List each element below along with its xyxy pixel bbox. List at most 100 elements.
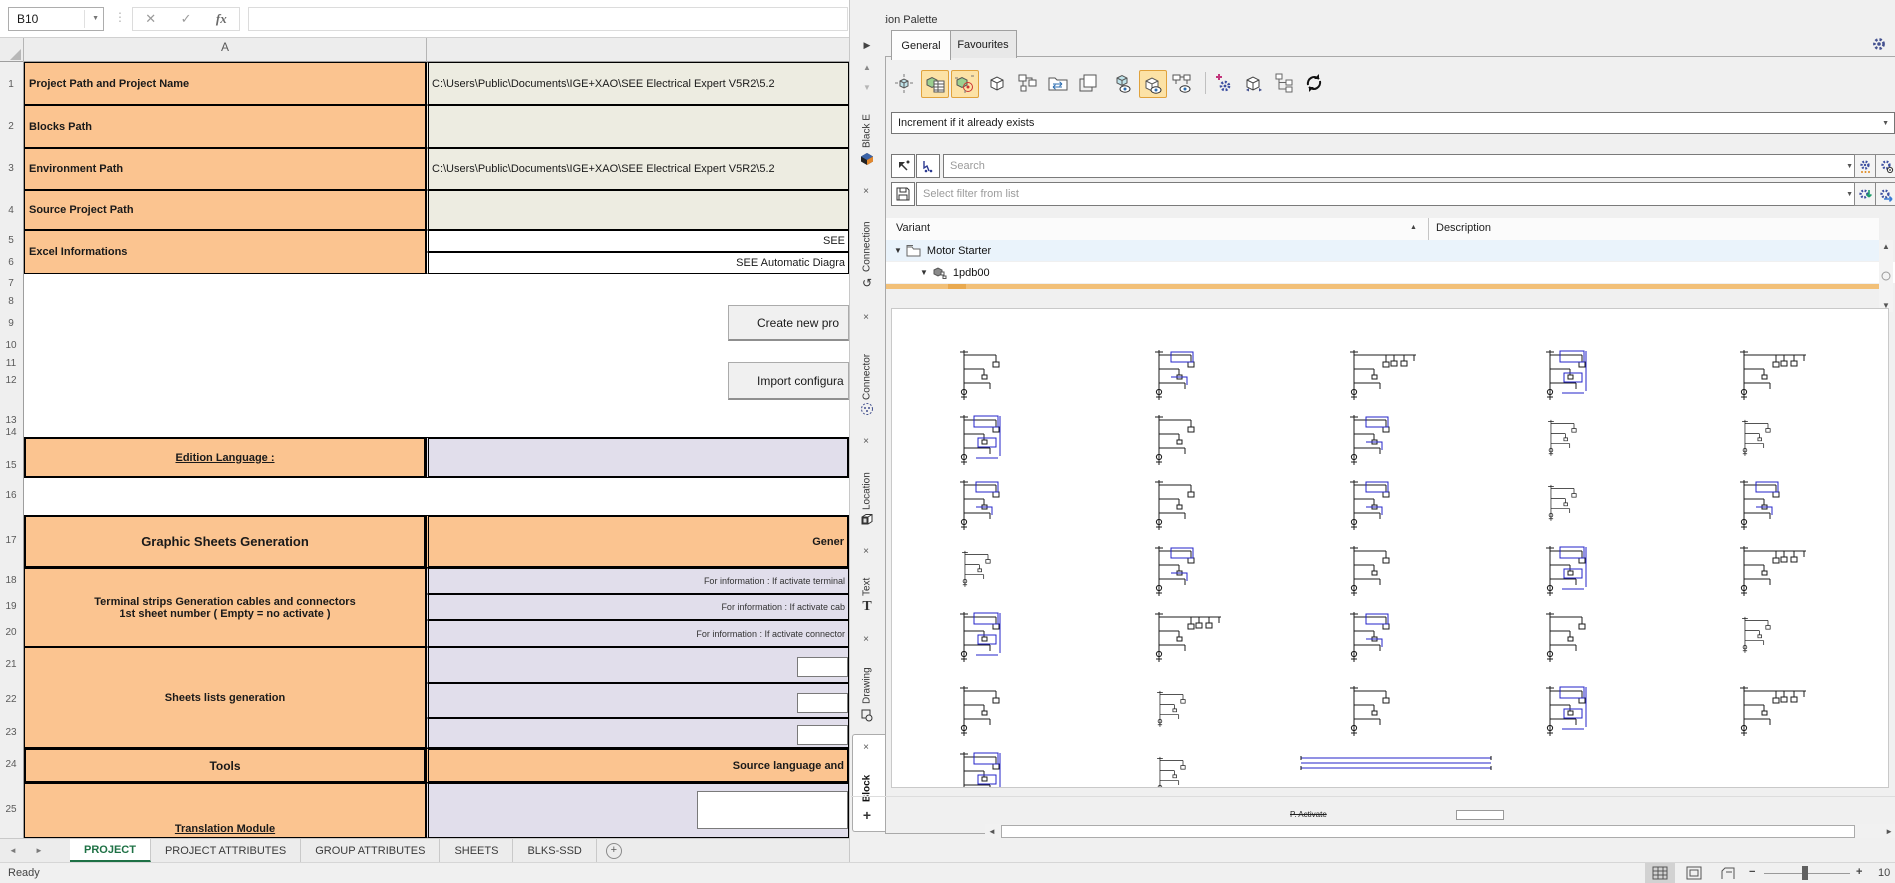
- zoom-in-icon[interactable]: +: [1856, 866, 1862, 878]
- add-settings-icon[interactable]: [1211, 70, 1237, 96]
- schematic-thumbnail[interactable]: [952, 412, 1032, 468]
- sidebar-tab-connection[interactable]: Connection: [856, 202, 878, 272]
- cell-b5-value[interactable]: SEE: [426, 230, 849, 252]
- sheet-tab-sheets[interactable]: SHEETS: [440, 839, 513, 862]
- search-input[interactable]: Search ▼: [943, 154, 1859, 178]
- schematic-thumbnail-lines[interactable]: [1297, 755, 1497, 773]
- copy-cube-icon[interactable]: [1075, 70, 1101, 96]
- cell-a1-label[interactable]: Project Path and Project Name: [24, 62, 426, 105]
- schematic-thumbnail[interactable]: [1147, 477, 1227, 533]
- hscroll-left-icon[interactable]: ◄: [988, 827, 996, 836]
- page-layout-view-button[interactable]: [1679, 863, 1709, 883]
- sidebar-close-block-icon[interactable]: ×: [860, 742, 872, 754]
- filter-import-button[interactable]: [1854, 182, 1876, 206]
- cell-b3-value[interactable]: C:\Users\Public\Documents\IGE+XAO\SEE El…: [426, 148, 849, 190]
- hscroll-thumb[interactable]: [1001, 825, 1855, 838]
- schematic-thumbnail[interactable]: [952, 543, 1032, 599]
- sidebar-close-text-icon[interactable]: ×: [860, 546, 872, 558]
- select-similar-button[interactable]: [916, 154, 940, 178]
- cell-info-cables[interactable]: For information : If activate cab: [426, 594, 849, 620]
- cell-graphic-sheets-title[interactable]: Graphic Sheets Generation: [24, 515, 426, 568]
- sheets-list-input-2[interactable]: [797, 693, 848, 713]
- sidebar-close-connection-icon[interactable]: ×: [860, 186, 872, 198]
- cell-excel-informations-label[interactable]: Excel Informations: [24, 230, 426, 274]
- schematic-thumbnail[interactable]: [952, 347, 1032, 403]
- schematic-thumbnail[interactable]: [1538, 609, 1618, 665]
- sidebar-scroll-up-icon[interactable]: ▲: [858, 58, 876, 76]
- cell-graphic-sheets-value[interactable]: Gener: [426, 515, 849, 568]
- translation-module-input[interactable]: [697, 791, 848, 829]
- cell-translation-module-label[interactable]: Translation Module: [24, 783, 426, 838]
- cell-terminal-strips-label[interactable]: Terminal strips Generation cables and co…: [24, 568, 426, 647]
- insert-with-target-icon[interactable]: [951, 70, 979, 98]
- tree-scrollbar[interactable]: ▲ ▼: [1879, 240, 1893, 312]
- filter-select[interactable]: Select filter from list ▼: [916, 182, 1859, 206]
- new-sheet-button[interactable]: +: [597, 839, 631, 862]
- search-target-button[interactable]: [1875, 154, 1895, 178]
- cell-info-connectors[interactable]: For information : If activate connector: [426, 620, 849, 647]
- sheet-nav-left-icon[interactable]: ◄: [0, 839, 26, 862]
- search-settings-button[interactable]: [1854, 154, 1876, 178]
- schematic-thumbnail[interactable]: [1342, 347, 1434, 403]
- tree-scroll-up-icon[interactable]: ▲: [1882, 242, 1890, 251]
- cube-icon[interactable]: [985, 70, 1011, 96]
- schematic-thumbnail[interactable]: [1538, 477, 1618, 533]
- filter-export-button[interactable]: [1875, 182, 1895, 206]
- schematic-thumbnail[interactable]: [1538, 543, 1618, 599]
- schematic-thumbnail[interactable]: [952, 749, 1032, 788]
- sheet-nav-right-icon[interactable]: ►: [26, 839, 52, 862]
- insertion-mode-dropdown[interactable]: Increment if it already exists ▼: [891, 112, 1895, 134]
- schematic-thumbnail[interactable]: [1732, 412, 1812, 468]
- schematic-thumbnail[interactable]: [1538, 347, 1618, 403]
- sidebar-tab-drawing[interactable]: Drawing: [856, 650, 878, 704]
- sidebar-tab-text[interactable]: Text: [856, 562, 878, 596]
- view-hierarchy-icon[interactable]: [1169, 70, 1195, 96]
- cell-edition-language-value[interactable]: [426, 437, 849, 478]
- normal-view-button[interactable]: [1645, 863, 1675, 883]
- sidebar-tab-black-e[interactable]: Black E: [856, 96, 878, 148]
- sidebar-close-location-icon[interactable]: ×: [860, 436, 872, 448]
- schematic-thumbnail[interactable]: [1147, 683, 1227, 739]
- sidebar-expand-icon[interactable]: ▶: [858, 36, 876, 54]
- cell-b2-value[interactable]: [426, 105, 849, 148]
- page-break-view-button[interactable]: [1713, 863, 1743, 883]
- cell-sheets-list-3[interactable]: [426, 718, 849, 748]
- sheet-tab-project-attributes[interactable]: PROJECT ATTRIBUTES: [151, 839, 301, 862]
- sidebar-close-connector-icon[interactable]: ×: [860, 312, 872, 324]
- cell-sheets-lists-label[interactable]: Sheets lists generation: [24, 647, 426, 748]
- tab-favourites[interactable]: Favourites: [949, 30, 1017, 58]
- schematic-thumbnail[interactable]: [1732, 683, 1824, 739]
- view-3d-icon[interactable]: [1109, 70, 1135, 96]
- cell-translation-module-value[interactable]: [426, 783, 849, 838]
- tab-general[interactable]: General: [891, 30, 951, 60]
- view-cube-icon[interactable]: [1139, 70, 1167, 98]
- cube-arrows-icon[interactable]: [1241, 70, 1267, 96]
- insert-3d-icon[interactable]: [891, 70, 917, 96]
- schematic-thumbnail[interactable]: [1342, 412, 1422, 468]
- insert-with-table-icon[interactable]: [921, 70, 949, 98]
- hscroll-right-icon[interactable]: ►: [1885, 827, 1893, 836]
- schematic-thumbnail[interactable]: [1342, 543, 1422, 599]
- tree-expand-icon[interactable]: ▼: [894, 246, 902, 255]
- schematic-thumbnail[interactable]: [1147, 412, 1227, 468]
- sort-ascending-icon[interactable]: ▲: [1410, 224, 1417, 231]
- cell-edition-language[interactable]: Edition Language :: [24, 437, 426, 478]
- sheets-list-input-1[interactable]: [797, 657, 848, 677]
- hierarchy-icon[interactable]: [1015, 70, 1041, 96]
- schematic-thumbnail[interactable]: [952, 477, 1032, 533]
- tree-row-1pdb00[interactable]: ▼1pdb00: [886, 262, 1895, 283]
- cell-a2-label[interactable]: Blocks Path: [24, 105, 426, 148]
- schematic-thumbnail[interactable]: [1732, 543, 1824, 599]
- save-filter-button[interactable]: [891, 182, 915, 206]
- sidebar-scroll-down-icon[interactable]: ▼: [858, 78, 876, 96]
- schematic-thumbnail[interactable]: [1342, 609, 1422, 665]
- cell-tools-value[interactable]: Source language and: [426, 748, 849, 783]
- schematic-thumbnail[interactable]: [1147, 749, 1227, 788]
- column-description[interactable]: Description: [1436, 222, 1491, 234]
- sheet-tab-blks-ssd[interactable]: BLKS-SSD: [513, 839, 596, 862]
- tree-expand-icon[interactable]: ▼: [920, 268, 928, 277]
- cell-tools-label[interactable]: Tools: [24, 748, 426, 783]
- sheet-tab-group-attributes[interactable]: GROUP ATTRIBUTES: [301, 839, 440, 862]
- schematic-thumbnail[interactable]: [1147, 543, 1227, 599]
- cell-b1-value[interactable]: C:\Users\Public\Documents\IGE+XAO\SEE El…: [426, 62, 849, 105]
